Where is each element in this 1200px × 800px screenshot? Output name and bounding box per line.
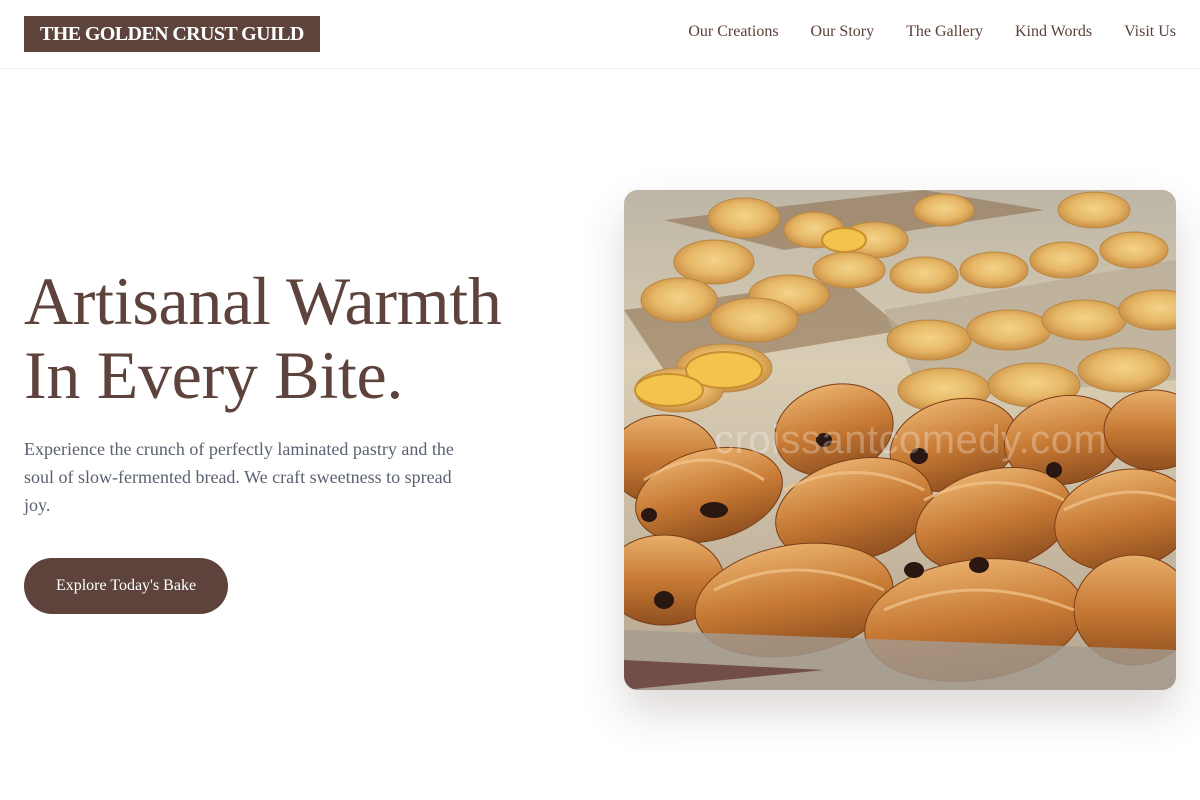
hero-title: Artisanal Warmth In Every Bite. — [24, 264, 604, 412]
nav-the-gallery[interactable]: The Gallery — [906, 21, 983, 43]
site-logo[interactable]: THE GOLDEN CRUST GUILD — [24, 16, 320, 52]
pastry-tray-photo: croissantcomedy.com — [624, 190, 1176, 690]
nav-our-creations[interactable]: Our Creations — [688, 21, 778, 43]
hero-title-line-1: Artisanal Warmth — [24, 263, 502, 339]
nav-visit-us[interactable]: Visit Us — [1124, 21, 1176, 43]
image-watermark: croissantcomedy.com — [714, 418, 1108, 462]
nav-kind-words[interactable]: Kind Words — [1015, 21, 1092, 43]
nav-our-story[interactable]: Our Story — [811, 21, 875, 43]
main-nav: Our Creations Our Story The Gallery Kind… — [688, 21, 1176, 43]
site-header: THE GOLDEN CRUST GUILD Our Creations Our… — [0, 0, 1200, 69]
hero-description: Experience the crunch of perfectly lamin… — [24, 439, 454, 515]
explore-todays-bake-button[interactable]: Explore Today's Bake — [24, 558, 228, 614]
hero-title-line-2: In Every Bite. — [24, 337, 404, 413]
